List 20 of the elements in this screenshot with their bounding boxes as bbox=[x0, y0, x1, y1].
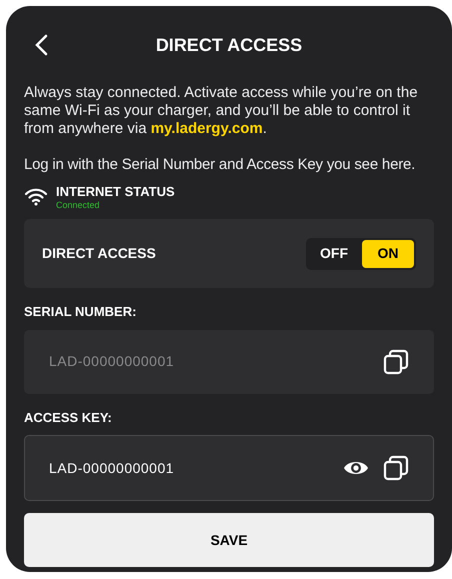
field-label: SERIAL NUMBER: bbox=[24, 303, 138, 321]
toggle-option[interactable]: OFF bbox=[308, 240, 360, 268]
wifi-icon bbox=[24, 188, 48, 206]
internet-status-label: INTERNET STATUS bbox=[56, 184, 175, 200]
copy-icon[interactable] bbox=[383, 455, 409, 481]
on-off-toggle[interactable]: OFF ON bbox=[306, 238, 416, 270]
field-label: ACCESS KEY: bbox=[24, 408, 113, 426]
save-button[interactable]: SAVE bbox=[24, 513, 434, 567]
field-value: LAD-00000000001 bbox=[49, 458, 176, 478]
connection-status: Connected bbox=[56, 200, 101, 211]
back-icon[interactable] bbox=[34, 34, 48, 56]
direct-access-label: DIRECT ACCESS bbox=[42, 244, 156, 263]
screen-title: DIRECT ACCESS bbox=[156, 34, 302, 56]
field-value: LAD-00000000001 bbox=[49, 352, 176, 371]
text-field[interactable]: LAD-00000000001 bbox=[24, 435, 434, 501]
login-hint: Log in with the Serial Number and Access Key you see here. bbox=[24, 156, 416, 174]
eye-icon[interactable] bbox=[343, 459, 369, 477]
intro-text: Always stay connected. Activate access while you’re on the same Wi-Fi as your charger, and you’ll be able to control it from anywhere via my.ladergy.com. bbox=[24, 84, 419, 138]
website-link[interactable]: my.ladergy.com bbox=[150, 120, 263, 137]
toggle-option[interactable]: ON bbox=[362, 240, 414, 268]
